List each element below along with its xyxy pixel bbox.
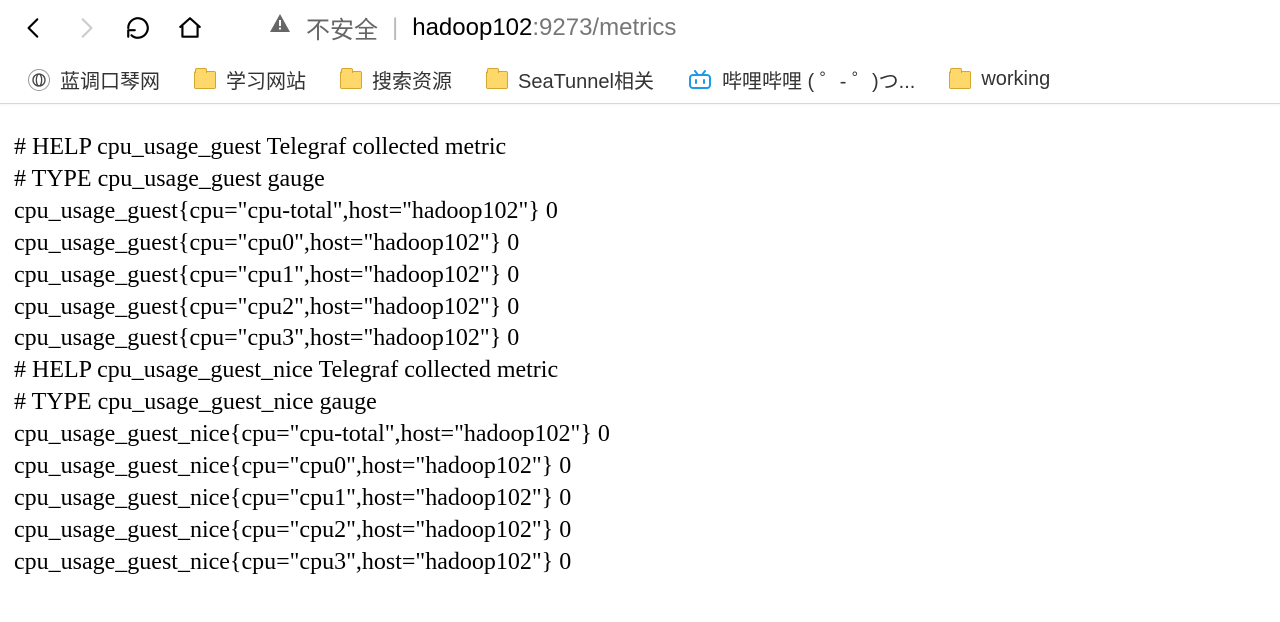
bookmark-item[interactable]: 蓝调口琴网 — [28, 65, 160, 94]
folder-icon — [194, 71, 216, 89]
bookmark-label: 学习网站 — [226, 65, 306, 94]
security-label: 不安全 — [306, 10, 378, 45]
folder-icon — [340, 71, 362, 89]
bookmark-item[interactable]: working — [949, 68, 1050, 91]
not-secure-icon — [268, 12, 292, 43]
address-bar[interactable]: 不安全 | hadoop102:9273/metrics — [268, 10, 676, 45]
bookmark-label: 搜索资源 — [372, 65, 452, 94]
reload-button[interactable] — [124, 14, 152, 42]
bookmark-label: working — [981, 68, 1050, 91]
bookmarks-bar: 蓝调口琴网 学习网站 搜索资源 SeaTunnel相关 哔哩哔哩 ( ゜- ゜)… — [0, 56, 1280, 104]
bookmark-item[interactable]: SeaTunnel相关 — [486, 65, 654, 94]
metrics-output: # HELP cpu_usage_guest Telegraf collecte… — [0, 104, 1280, 593]
bookmark-item[interactable]: 学习网站 — [194, 65, 306, 94]
forward-button[interactable] — [72, 14, 100, 42]
bilibili-icon — [688, 70, 712, 90]
bookmark-item[interactable]: 哔哩哔哩 ( ゜- ゜)つ... — [688, 65, 915, 94]
url-host: hadoop102 — [412, 14, 532, 41]
bookmark-label: 蓝调口琴网 — [60, 65, 160, 94]
bookmark-label: 哔哩哔哩 ( ゜- ゜)つ... — [722, 65, 915, 94]
url-path: :9273/metrics — [532, 14, 676, 41]
folder-icon — [486, 71, 508, 89]
browser-toolbar: 不安全 | hadoop102:9273/metrics — [0, 0, 1280, 56]
bookmark-label: SeaTunnel相关 — [518, 65, 654, 94]
bookmark-item[interactable]: 搜索资源 — [340, 65, 452, 94]
address-separator: | — [392, 14, 398, 42]
home-button[interactable] — [176, 14, 204, 42]
folder-icon — [949, 71, 971, 89]
site-icon — [28, 69, 50, 91]
back-button[interactable] — [20, 14, 48, 42]
